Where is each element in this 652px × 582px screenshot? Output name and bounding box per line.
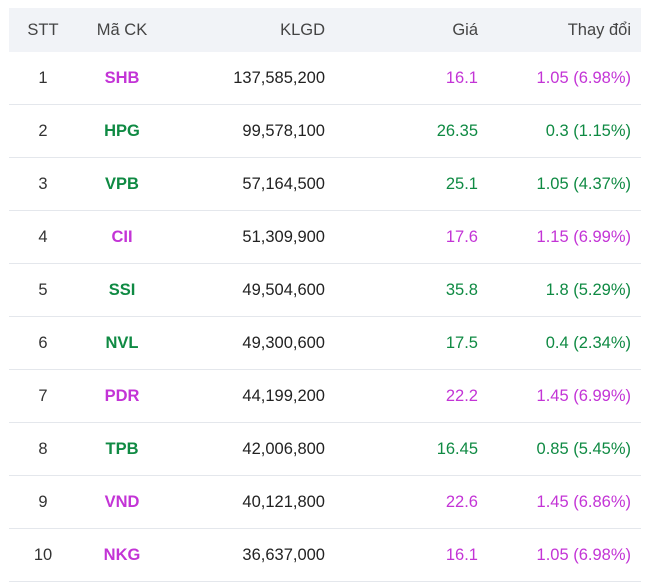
price-value: 17.5 [445,333,478,352]
price-value: 35.8 [445,280,478,299]
row-index: 8 [38,439,48,458]
row-index: 2 [38,121,48,140]
volume-value: 44,199,200 [242,386,325,405]
change-value: 1.45 (6.99%) [536,386,631,405]
table-row[interactable]: 6 NVL 49,300,600 17.5 0.4 (2.34%) [9,317,641,370]
header-volume[interactable]: KLGD [167,21,325,40]
stock-symbol-link[interactable]: NKG [77,546,167,565]
volume-value: 51,309,900 [242,227,325,246]
header-price[interactable]: Giá [325,21,478,40]
price-value: 22.6 [445,492,478,511]
change-value: 1.8 (5.29%) [545,280,631,299]
stock-symbol-link[interactable]: NVL [77,334,167,353]
table-row[interactable]: 1 SHB 137,585,200 16.1 1.05 (6.98%) [9,52,641,105]
price-value: 25.1 [445,174,478,193]
volume-value: 99,578,100 [242,121,325,140]
table-row[interactable]: 4 CII 51,309,900 17.6 1.15 (6.99%) [9,211,641,264]
table-row[interactable]: 8 TPB 42,006,800 16.45 0.85 (5.45%) [9,423,641,476]
row-index: 7 [38,386,48,405]
table-header: STT Mã CK KLGD Giá Thay đổi [9,8,641,52]
change-value: 1.15 (6.99%) [536,227,631,246]
stock-symbol-link[interactable]: PDR [77,387,167,406]
price-value: 16.1 [445,545,478,564]
price-value: 17.6 [445,227,478,246]
change-value: 0.85 (5.45%) [536,439,631,458]
change-value: 1.05 (6.98%) [536,68,631,87]
header-symbol[interactable]: Mã CK [77,21,167,40]
stock-symbol-link[interactable]: VND [77,493,167,512]
row-index: 1 [38,68,48,87]
table-row[interactable]: 2 HPG 99,578,100 26.35 0.3 (1.15%) [9,105,641,158]
stock-symbol-link[interactable]: VPB [77,175,167,194]
change-value: 1.05 (6.98%) [536,545,631,564]
stock-symbol-link[interactable]: CII [77,228,167,247]
row-index: 5 [38,280,48,299]
volume-value: 42,006,800 [242,439,325,458]
price-value: 22.2 [445,386,478,405]
change-value: 0.4 (2.34%) [545,333,631,352]
table-row[interactable]: 7 PDR 44,199,200 22.2 1.45 (6.99%) [9,370,641,423]
table-row[interactable]: 10 NKG 36,637,000 16.1 1.05 (6.98%) [9,529,641,582]
stock-symbol-link[interactable]: SSI [77,281,167,300]
volume-value: 57,164,500 [242,174,325,193]
row-index: 3 [38,174,48,193]
header-change[interactable]: Thay đổi [478,21,631,40]
row-index: 9 [38,492,48,511]
change-value: 1.05 (4.37%) [536,174,631,193]
top-volume-table: STT Mã CK KLGD Giá Thay đổi 1 SHB 137,585,… [9,8,641,582]
price-value: 26.35 [436,121,478,140]
price-value: 16.1 [445,68,478,87]
stock-symbol-link[interactable]: SHB [77,69,167,88]
row-index: 4 [38,227,48,246]
change-value: 0.3 (1.15%) [545,121,631,140]
table-body: 1 SHB 137,585,200 16.1 1.05 (6.98%) 2 HPG 99,57… [9,52,641,582]
volume-value: 137,585,200 [233,68,325,87]
volume-value: 49,504,600 [242,280,325,299]
volume-value: 49,300,600 [242,333,325,352]
row-index: 6 [38,333,48,352]
table-row[interactable]: 9 VND 40,121,800 22.6 1.45 (6.86%) [9,476,641,529]
table-row[interactable]: 5 SSI 49,504,600 35.8 1.8 (5.29%) [9,264,641,317]
stock-symbol-link[interactable]: HPG [77,122,167,141]
price-value: 16.45 [436,439,478,458]
volume-value: 36,637,000 [242,545,325,564]
change-value: 1.45 (6.86%) [536,492,631,511]
row-index: 10 [33,545,53,564]
volume-value: 40,121,800 [242,492,325,511]
header-stt[interactable]: STT [9,21,77,40]
table-row[interactable]: 3 VPB 57,164,500 25.1 1.05 (4.37%) [9,158,641,211]
stock-symbol-link[interactable]: TPB [77,440,167,459]
